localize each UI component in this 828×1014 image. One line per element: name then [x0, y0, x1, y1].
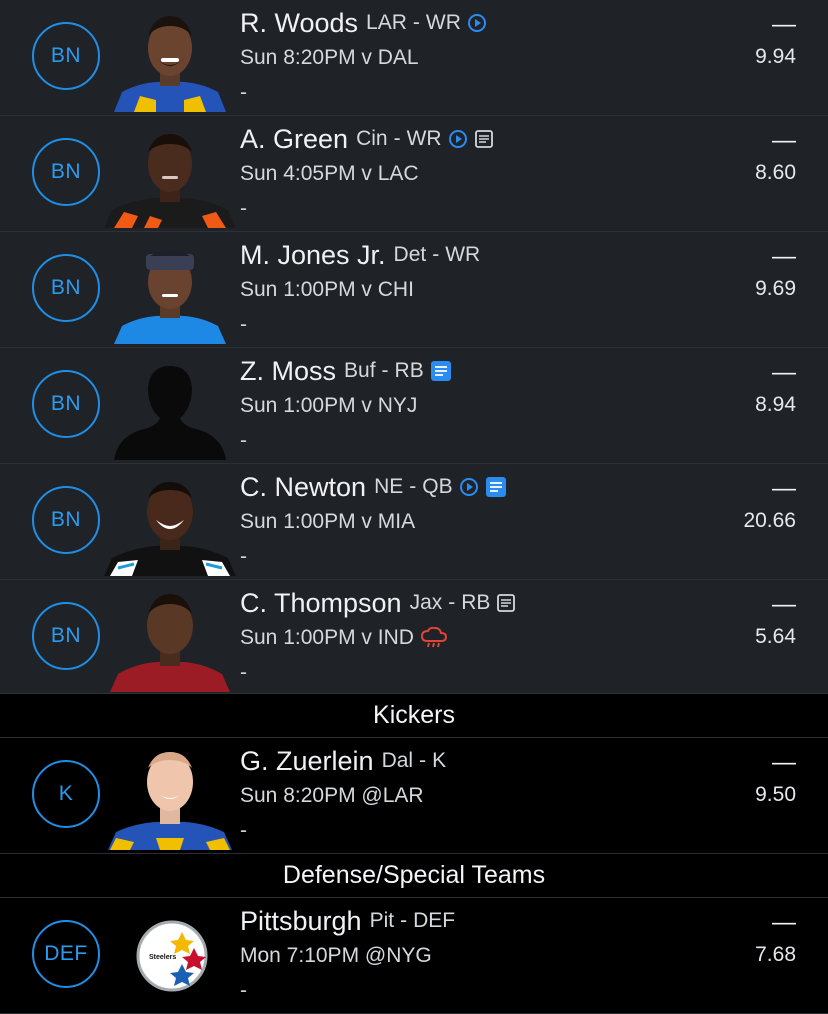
projected-points: 20.66: [743, 509, 796, 532]
team-abbr: Jax: [409, 591, 443, 614]
team-name[interactable]: Pittsburgh: [240, 904, 362, 938]
player-photo: [104, 464, 236, 576]
actual-points: —: [772, 243, 796, 270]
player-row[interactable]: K G. Zuerlein Dal - K Sun 8:20PM @LAR - …: [0, 738, 828, 854]
actual-points: —: [772, 591, 796, 618]
team-abbr: Pit: [369, 909, 395, 932]
player-photo: [104, 738, 236, 850]
note-icon[interactable]: [496, 593, 516, 613]
slot-badge[interactable]: BN: [32, 138, 100, 206]
position: RB: [461, 591, 491, 614]
news-note-icon[interactable]: [485, 476, 507, 498]
separator: -: [400, 909, 408, 932]
position: RB: [394, 359, 424, 382]
team-abbr: Buf: [344, 359, 376, 382]
slot-badge[interactable]: BN: [32, 22, 100, 90]
team-logo: Steelers: [104, 898, 236, 1010]
separator: -: [409, 475, 417, 498]
projected-points: 7.68: [755, 943, 796, 966]
player-name[interactable]: R. Woods: [240, 6, 358, 40]
player-name[interactable]: G. Zuerlein: [240, 744, 374, 778]
slot-badge[interactable]: BN: [32, 486, 100, 554]
player-photo: [104, 0, 236, 112]
game-info: Sun 1:00PM v CHI: [240, 278, 414, 301]
team-abbr: LAR: [366, 11, 407, 34]
separator: -: [393, 127, 401, 150]
player-status: -: [240, 197, 247, 220]
actual-points: —: [772, 475, 796, 502]
logo-wordmark: Steelers: [149, 954, 176, 961]
slot-badge[interactable]: BN: [32, 370, 100, 438]
player-name[interactable]: M. Jones Jr.: [240, 238, 386, 272]
player-status: -: [240, 661, 247, 684]
actual-points: —: [772, 749, 796, 776]
rain-weather-icon[interactable]: [420, 627, 448, 649]
actual-points: —: [772, 127, 796, 154]
player-name[interactable]: C. Thompson: [240, 586, 402, 620]
actual-points: —: [772, 359, 796, 386]
player-name[interactable]: A. Green: [240, 122, 348, 156]
player-status: -: [240, 313, 247, 336]
projected-points: 9.69: [755, 277, 796, 300]
game-info: Mon 7:10PM @NYG: [240, 944, 432, 967]
game-info: Sun 1:00PM v MIA: [240, 510, 416, 533]
news-note-icon[interactable]: [430, 360, 452, 382]
player-status: -: [240, 819, 247, 842]
player-row[interactable]: BN C. Newton NE - QB Sun 1:00PM v MIA -: [0, 464, 828, 580]
player-row[interactable]: BN M. Jones Jr. Det - WR Sun 1:00PM v CH…: [0, 232, 828, 348]
player-photo: [104, 116, 236, 228]
video-icon[interactable]: [459, 477, 479, 497]
player-status: -: [240, 979, 247, 1002]
player-row[interactable]: DEF Steelers Pittsburgh Pit - DEF Mon 7:…: [0, 898, 828, 1014]
position: WR: [406, 127, 442, 150]
projected-points: 5.64: [755, 625, 796, 648]
team-abbr: NE: [374, 475, 404, 498]
player-photo: [104, 580, 236, 692]
player-name[interactable]: C. Newton: [240, 470, 366, 504]
player-status: -: [240, 81, 247, 104]
position: WR: [445, 243, 481, 266]
section-header-kickers: Kickers: [0, 694, 828, 738]
team-abbr: Dal: [381, 749, 414, 772]
slot-badge[interactable]: BN: [32, 602, 100, 670]
separator: -: [419, 749, 427, 772]
team-abbr: Cin: [356, 127, 388, 150]
position: WR: [425, 11, 461, 34]
game-info: Sun 1:00PM v IND: [240, 626, 414, 649]
game-info: Sun 1:00PM v NYJ: [240, 394, 418, 417]
separator: -: [432, 243, 440, 266]
slot-badge[interactable]: K: [32, 760, 100, 828]
position: DEF: [413, 909, 456, 932]
game-info: Sun 4:05PM v LAC: [240, 162, 419, 185]
slot-badge[interactable]: BN: [32, 254, 100, 322]
player-row[interactable]: BN Z. Moss Buf - RB Sun 1:00PM v NYJ - —…: [0, 348, 828, 464]
separator: -: [448, 591, 456, 614]
video-icon[interactable]: [448, 129, 468, 149]
game-info: Sun 8:20PM v DAL: [240, 46, 419, 69]
section-header-defense: Defense/Special Teams: [0, 854, 828, 898]
position: QB: [422, 475, 453, 498]
separator: -: [412, 11, 420, 34]
player-photo: [104, 348, 236, 460]
player-row[interactable]: BN C. Thompson Jax - RB Sun 1:00PM v IND…: [0, 580, 828, 694]
separator: -: [381, 359, 389, 382]
slot-badge[interactable]: DEF: [32, 920, 100, 988]
projected-points: 9.94: [755, 45, 796, 68]
player-row[interactable]: BN A. Green Cin - WR Sun 4:05PM v LAC - …: [0, 116, 828, 232]
actual-points: —: [772, 909, 796, 936]
projected-points: 9.50: [755, 783, 796, 806]
projected-points: 8.94: [755, 393, 796, 416]
player-row[interactable]: BN R. Woods LAR - WR Sun 8:20PM v DAL - …: [0, 0, 828, 116]
player-photo: [104, 232, 236, 344]
game-info: Sun 8:20PM @LAR: [240, 784, 424, 807]
actual-points: —: [772, 11, 796, 38]
player-name[interactable]: Z. Moss: [240, 354, 336, 388]
position: K: [432, 749, 447, 772]
note-icon[interactable]: [474, 129, 494, 149]
player-status: -: [240, 429, 247, 452]
video-icon[interactable]: [467, 13, 487, 33]
player-status: -: [240, 545, 247, 568]
team-abbr: Det: [393, 243, 427, 266]
projected-points: 8.60: [755, 161, 796, 184]
